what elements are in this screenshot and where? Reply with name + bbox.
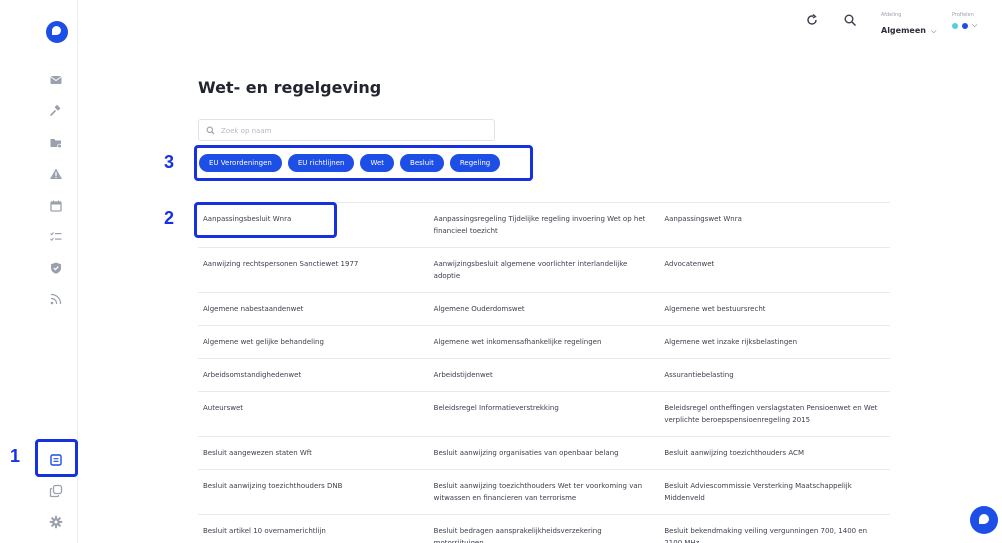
app-logo[interactable]	[46, 21, 68, 43]
regulation-link[interactable]: Besluit aanwijzing toezichthouders DNB	[198, 470, 429, 514]
table-row: Besluit aanwijzing toezichthouders DNB B…	[198, 469, 890, 514]
regulation-link[interactable]: Algemene wet gelijke behandeling	[198, 326, 429, 358]
regulation-link[interactable]: Besluit bekendmaking veiling vergunninge…	[659, 515, 890, 543]
regulation-link[interactable]: Besluit aangewezen staten Wft	[198, 437, 429, 469]
profile-dot-blue	[962, 22, 968, 29]
table-row: Auteurswet Beleidsregel Informatieverstr…	[198, 391, 890, 436]
regulation-link[interactable]: Algemene wet inzake rijksbelastingen	[659, 326, 890, 358]
search-icon[interactable]	[843, 13, 857, 27]
top-bar: Afdeling Algemeen ⌵ Profielen ⌵	[78, 0, 1002, 42]
regulation-link[interactable]: Besluit aanwijzing toezichthouders Wet t…	[429, 470, 660, 514]
profiles-selector[interactable]: Profielen ⌵	[952, 12, 977, 30]
regulation-link[interactable]: Advocatenwet	[659, 248, 890, 292]
table-row: Algemene wet gelijke behandeling Algemen…	[198, 325, 890, 358]
profiles-label: Profielen	[952, 12, 974, 18]
regulation-link[interactable]: Beleidsregel ontheffingen verslagstaten …	[659, 392, 890, 436]
shield-check-icon[interactable]	[49, 261, 63, 275]
regulation-link[interactable]: Aanpassingsregeling Tijdelijke regeling …	[429, 203, 660, 247]
annotation-box-1	[35, 439, 78, 477]
regulation-link[interactable]: Algemene Ouderdomswet	[429, 293, 660, 325]
regulation-link[interactable]: Besluit artikel 10 overnamerichtlijn	[198, 515, 429, 543]
department-label: Afdeling	[881, 12, 902, 18]
page-title: Wet- en regelgeving	[198, 78, 382, 97]
regulation-link[interactable]: Besluit aanwijzing toezichthouders ACM	[659, 437, 890, 469]
regulation-link[interactable]: Algemene wet bestuursrecht	[659, 293, 890, 325]
table-row: Besluit aangewezen staten Wft Besluit aa…	[198, 436, 890, 469]
profile-dot-cyan	[952, 22, 958, 29]
regulation-link[interactable]: Arbeidstijdenwet	[429, 359, 660, 391]
folder-settings-icon[interactable]	[49, 136, 63, 150]
checklist-icon[interactable]	[49, 230, 63, 244]
regulation-link[interactable]: Algemene wet inkomensafhankelijke regeli…	[429, 326, 660, 358]
gavel-icon[interactable]	[49, 104, 63, 118]
regulation-link[interactable]: Besluit aanwijzing organisaties van open…	[429, 437, 660, 469]
chevron-down-icon: ⌵	[931, 27, 937, 35]
rss-icon[interactable]	[49, 292, 63, 306]
chat-launcher-button[interactable]	[970, 506, 998, 534]
calendar-icon[interactable]	[49, 199, 63, 213]
department-value: Algemeen	[881, 26, 926, 35]
annotation-number-2: 2	[164, 208, 175, 228]
search-input[interactable]	[221, 123, 481, 138]
regulations-grid: Aanpassingsbesluit Wnra Aanpassingsregel…	[198, 202, 890, 543]
annotation-box-3	[194, 145, 533, 181]
warning-icon[interactable]	[49, 167, 63, 181]
refresh-icon[interactable]	[805, 13, 819, 27]
regulation-link[interactable]: Beleidsregel Informatieverstrekking	[429, 392, 660, 436]
table-row: Aanwijzing rechtspersonen Sanctiewet 197…	[198, 247, 890, 292]
annotation-box-2	[194, 202, 337, 238]
table-row: Besluit artikel 10 overnamerichtlijn Bes…	[198, 514, 890, 543]
search-icon	[206, 126, 215, 135]
regulation-link[interactable]: Arbeidsomstandighedenwet	[198, 359, 429, 391]
regulation-link[interactable]: Aanwijzing rechtspersonen Sanctiewet 197…	[198, 248, 429, 292]
regulation-link[interactable]: Auteurswet	[198, 392, 429, 436]
settings-gear-icon[interactable]	[49, 515, 63, 529]
regulation-link[interactable]: Besluit Adviescommissie Versterking Maat…	[659, 470, 890, 514]
regulation-link[interactable]: Algemene nabestaandenwet	[198, 293, 429, 325]
regulation-link[interactable]: Assurantiebelasting	[659, 359, 890, 391]
chevron-down-icon: ⌵	[972, 21, 978, 29]
annotation-number-3: 3	[164, 152, 175, 172]
regulation-link[interactable]: Aanpassingswet Wnra	[659, 203, 890, 247]
regulation-link[interactable]: Aanwijzingsbesluit algemene voorlichter …	[429, 248, 660, 292]
copy-icon[interactable]	[49, 484, 63, 498]
table-row: Arbeidsomstandighedenwet Arbeidstijdenwe…	[198, 358, 890, 391]
regulation-link[interactable]: Besluit bedragen aansprakelijkheidsverze…	[429, 515, 660, 543]
table-row: Algemene nabestaandenwet Algemene Ouderd…	[198, 292, 890, 325]
search-box[interactable]	[198, 119, 495, 141]
mail-icon[interactable]	[49, 73, 63, 87]
department-selector[interactable]: Afdeling Algemeen ⌵	[881, 12, 936, 37]
annotation-number-1: 1	[10, 446, 21, 466]
